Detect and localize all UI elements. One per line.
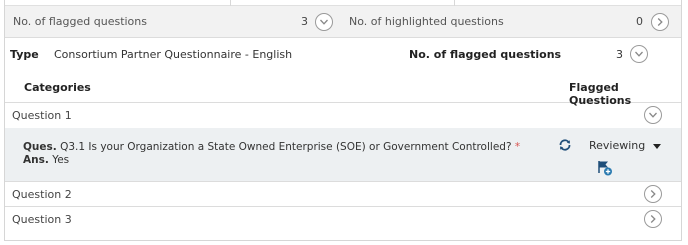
question-row[interactable]: Question 2 <box>5 182 681 207</box>
question-label: Question 2 <box>12 188 72 201</box>
question-row[interactable]: Question 3 <box>5 207 681 232</box>
chevron-down-icon <box>635 51 643 57</box>
type-row: Type Consortium Partner Questionnaire - … <box>5 38 681 70</box>
chevron-right-icon <box>657 18 663 26</box>
question-label: Question 3 <box>12 213 72 226</box>
answer-text: Yes <box>52 154 70 166</box>
flagged-questions-label: No. of flagged questions <box>13 15 147 28</box>
caret-down-icon <box>652 143 661 149</box>
expand-question-button[interactable] <box>644 185 662 203</box>
collapse-question-button[interactable] <box>644 106 662 124</box>
ans-label: Ans. <box>23 154 49 166</box>
ques-label: Ques. <box>23 141 57 153</box>
answer-line: Ans. Yes <box>23 154 69 166</box>
type-value: Consortium Partner Questionnaire - Engli… <box>54 48 293 61</box>
question-label: Question 1 <box>12 109 72 122</box>
summary-bar: No. of flagged questions 3 No. of highli… <box>5 6 681 38</box>
question-text: Q3.1 Is your Organization a State Owned … <box>60 141 512 153</box>
refresh-icon[interactable] <box>558 138 572 152</box>
type-flagged-label: No. of flagged questions <box>409 48 562 61</box>
highlighted-questions-count: 0 <box>636 15 643 28</box>
question-text-line: Ques. Q3.1 Is your Organization a State … <box>23 141 520 153</box>
type-label: Type <box>10 48 39 61</box>
categories-column-header: Categories <box>24 81 91 94</box>
expand-question-button[interactable] <box>644 210 662 228</box>
chevron-right-icon <box>650 215 656 223</box>
review-status-dropdown[interactable]: Reviewing <box>589 139 661 152</box>
type-flagged-count: 3 <box>616 48 623 61</box>
required-mark: * <box>514 141 521 153</box>
chevron-right-icon <box>650 190 656 198</box>
flagged-questions-count: 3 <box>301 15 308 28</box>
expand-flagged-button[interactable] <box>315 13 333 31</box>
categories-header: Categories Flagged Questions <box>5 72 681 107</box>
question-detail: Ques. Q3.1 Is your Organization a State … <box>5 128 681 182</box>
expand-type-button[interactable] <box>630 45 648 63</box>
highlighted-questions-label: No. of highlighted questions <box>349 15 504 28</box>
chevron-down-icon <box>320 19 328 25</box>
flag-add-icon[interactable] <box>597 160 613 176</box>
chevron-down-icon <box>649 112 657 118</box>
review-status-value: Reviewing <box>589 139 646 152</box>
question-row[interactable]: Question 1 <box>5 103 681 129</box>
view-highlighted-button[interactable] <box>651 13 669 31</box>
